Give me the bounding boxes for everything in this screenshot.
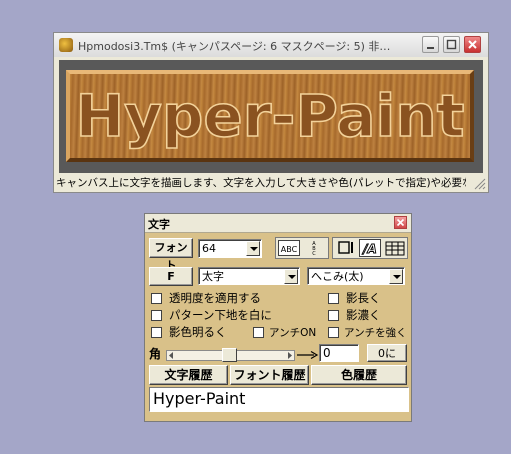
antialias-strong-checkbox[interactable]: [328, 327, 339, 338]
banner-image: Hyper-Paint: [66, 70, 474, 162]
angle-input[interactable]: 0: [319, 344, 359, 362]
image-canvas[interactable]: Hyper-Paint: [59, 60, 483, 173]
slider-right-icon: [288, 352, 292, 359]
font-button[interactable]: フォント: [149, 238, 193, 272]
grid-text-button[interactable]: [384, 240, 406, 257]
antialias-on-label: アンチON: [269, 327, 317, 339]
close-icon: [396, 218, 405, 227]
dropdown-arrow[interactable]: [284, 269, 298, 284]
shadow-light-checkbox[interactable]: [151, 327, 162, 338]
palette-title-bar[interactable]: 文字: [145, 214, 411, 233]
f-button[interactable]: F: [149, 267, 193, 286]
style-group: /A: [332, 237, 408, 259]
banner-text-graphic: Hyper-Paint: [75, 81, 465, 151]
antialias-style-button[interactable]: /A: [359, 239, 381, 257]
vertical-text-button[interactable]: ABC: [303, 240, 325, 257]
close-icon: [468, 40, 477, 49]
angle-slider-thumb[interactable]: [222, 348, 237, 362]
frame-icon: [338, 241, 353, 254]
maximize-icon: [446, 39, 457, 50]
shadow-long-label: 影長く: [346, 291, 381, 305]
grid-text-icon: [385, 241, 405, 256]
chevron-down-icon: [250, 247, 258, 251]
maximize-button[interactable]: [443, 36, 460, 53]
antialias-strong-label: アンチを強く: [344, 327, 407, 339]
shadow-dark-label: 影濃く: [346, 308, 381, 322]
color-history-button[interactable]: 色履歴: [311, 365, 407, 385]
palette-close-button[interactable]: [394, 216, 407, 229]
dropdown-arrow[interactable]: [389, 269, 403, 284]
palette-title: 文字: [148, 218, 170, 231]
frame-button[interactable]: [336, 240, 356, 257]
horizontal-text-icon: ABC: [281, 245, 298, 254]
font-weight-select[interactable]: 太字: [198, 267, 300, 285]
shadow-long-checkbox[interactable]: [328, 293, 339, 304]
minimize-icon: [427, 47, 434, 49]
antialias-on-checkbox[interactable]: [253, 327, 264, 338]
svg-text:/A: /A: [361, 242, 377, 256]
shadow-dark-checkbox[interactable]: [328, 310, 339, 321]
svg-text:ABC: ABC: [281, 245, 298, 254]
effect-select[interactable]: へこみ(太): [307, 267, 405, 285]
font-size-select[interactable]: 64: [198, 239, 262, 258]
shadow-light-label: 影色明るく: [169, 325, 227, 339]
font-weight-value: 太字: [202, 270, 224, 283]
horizontal-text-button[interactable]: ABC: [278, 240, 300, 256]
close-button[interactable]: [464, 36, 481, 53]
svg-text:C: C: [312, 251, 316, 256]
orientation-group: ABC ABC: [275, 237, 329, 259]
font-size-value: 64: [202, 242, 216, 255]
chevron-down-icon: [393, 275, 401, 279]
text-input[interactable]: Hyper-Paint: [149, 387, 409, 412]
vertical-text-icon: ABC: [312, 241, 316, 257]
angle-label: 角: [149, 347, 162, 361]
pattern-white-checkbox[interactable]: [151, 310, 162, 321]
reset-angle-button[interactable]: 0に: [367, 344, 407, 362]
main-window: Hpmodosi3.Tm$ (キャンパスページ: 6 マスクページ: 5) 非……: [53, 32, 489, 193]
slider-left-icon: [169, 352, 173, 359]
arrow-icon: [297, 350, 319, 360]
transparency-checkbox[interactable]: [151, 293, 162, 304]
effect-value: へこみ(太): [311, 270, 364, 283]
app-icon[interactable]: [59, 38, 73, 52]
resize-grip-icon[interactable]: [472, 176, 486, 190]
pattern-white-label: パターン下地を白に: [169, 308, 272, 322]
banner-text: Hyper-Paint: [76, 82, 465, 150]
transparency-label: 透明度を適用する: [169, 291, 261, 305]
status-bar: キャンバス上に文字を描画します、文字を入力して大きさや色(パレットで指定)や必要…: [56, 177, 466, 189]
chevron-down-icon: [288, 275, 296, 279]
font-history-button[interactable]: フォント履歴: [230, 365, 309, 385]
minimize-button[interactable]: [422, 36, 439, 53]
text-palette: 文字 フォント 64 ABC ABC /A F 太字 へこみ(太) 透明度を適用…: [144, 213, 412, 422]
aa-icon: /A: [361, 242, 378, 257]
text-history-button[interactable]: 文字履歴: [149, 365, 228, 385]
title-bar[interactable]: Hpmodosi3.Tm$ (キャンパスページ: 6 マスクページ: 5) 非…: [54, 33, 488, 57]
dropdown-arrow[interactable]: [246, 241, 260, 256]
window-title: Hpmodosi3.Tm$ (キャンパスページ: 6 マスクページ: 5) 非…: [78, 40, 391, 53]
